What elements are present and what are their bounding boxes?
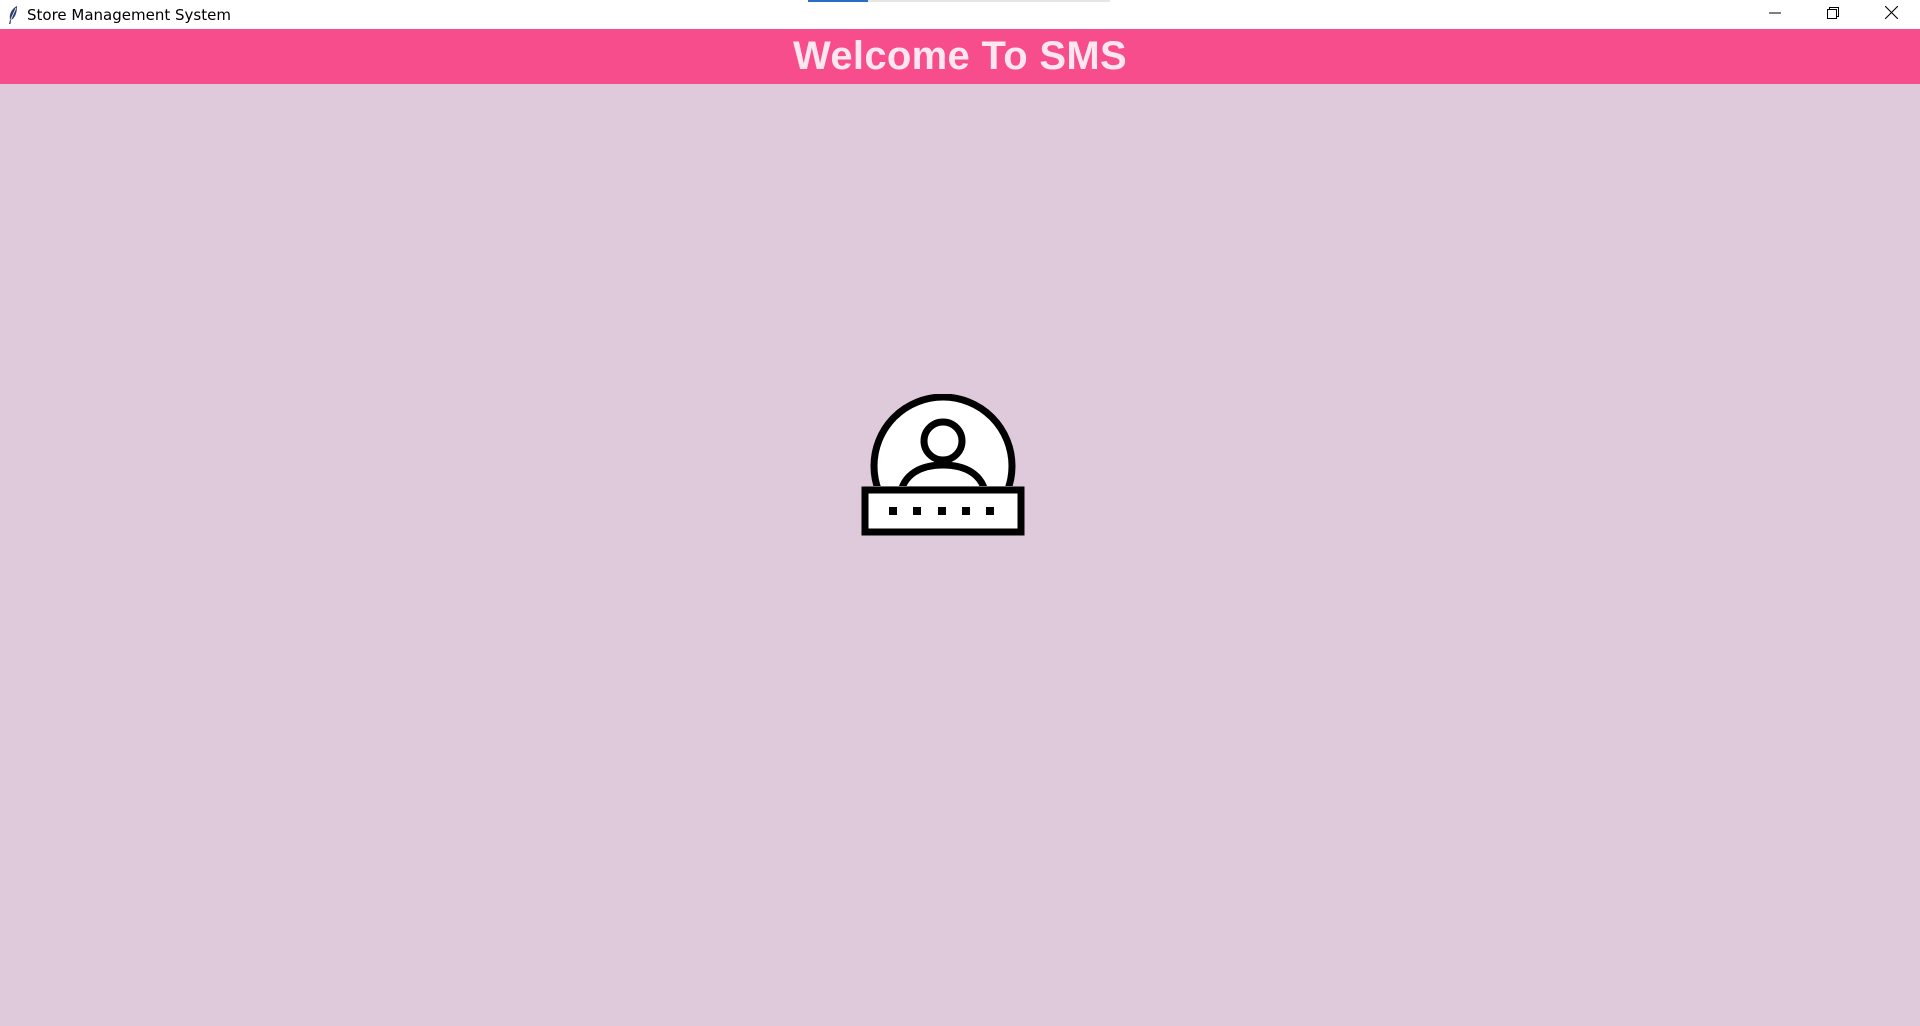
window-controls: [1746, 0, 1920, 29]
window-title: Store Management System: [27, 5, 231, 24]
close-button[interactable]: [1862, 0, 1920, 29]
app-window: Store Management System Welcome To SMS: [0, 0, 1920, 1026]
loading-progress-fill: [808, 0, 869, 2]
minimize-button[interactable]: [1746, 0, 1804, 29]
header-banner: Welcome To SMS: [0, 29, 1920, 84]
loading-progress-bar: [808, 0, 1110, 2]
restore-icon: [1827, 6, 1839, 24]
page-title: Welcome To SMS: [793, 34, 1127, 78]
close-icon: [1884, 5, 1898, 24]
feather-icon: [0, 0, 26, 29]
main-area: [0, 84, 1920, 1026]
user-login-icon[interactable]: [861, 393, 1025, 539]
minimize-icon: [1769, 6, 1781, 24]
title-bar[interactable]: Store Management System: [0, 0, 1920, 29]
restore-button[interactable]: [1804, 0, 1862, 29]
